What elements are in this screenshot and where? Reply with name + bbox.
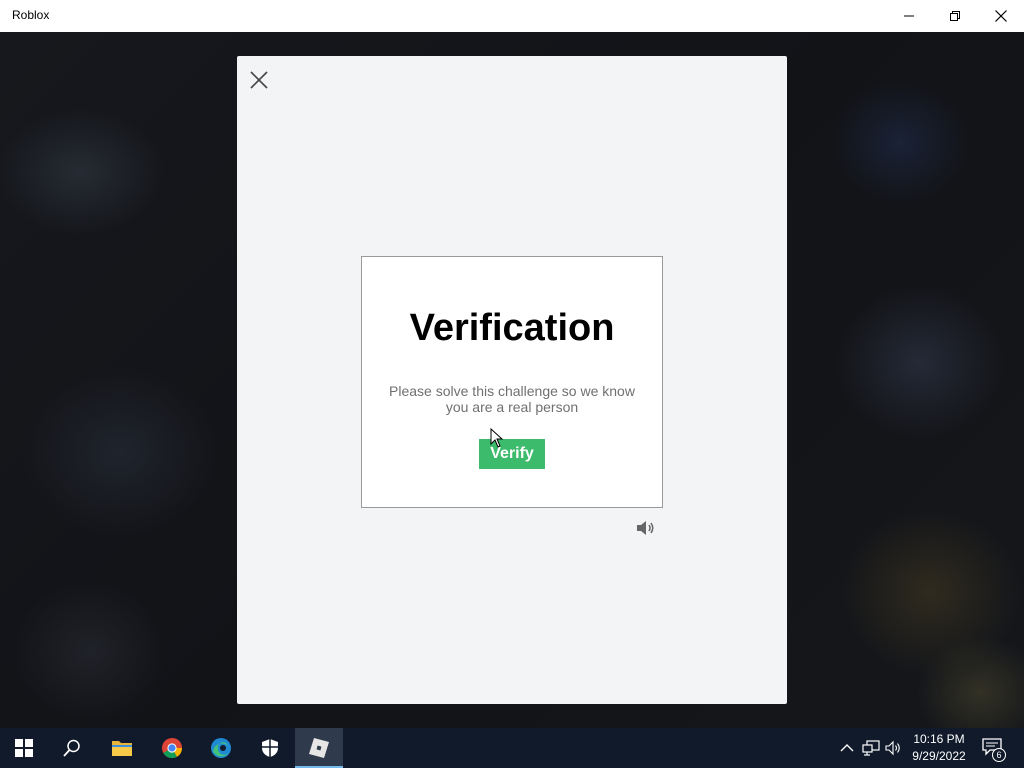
audio-challenge-button[interactable] bbox=[635, 518, 657, 538]
file-explorer-icon bbox=[112, 741, 132, 756]
card-title: Verification bbox=[409, 307, 615, 349]
clock-date: 9/29/2022 bbox=[912, 749, 966, 763]
restore-icon bbox=[950, 11, 960, 21]
challenge-card: Verification Please solve this challenge… bbox=[361, 256, 663, 508]
action-center-button[interactable]: 6 bbox=[980, 736, 1006, 762]
windows-security-icon bbox=[262, 739, 278, 757]
taskbar-clock[interactable]: 10:16 PM 9/29/2022 bbox=[906, 731, 972, 765]
taskbar: 10:16 PM 9/29/2022 6 bbox=[0, 728, 1024, 768]
minimize-button[interactable] bbox=[886, 0, 932, 32]
volume-icon bbox=[885, 740, 900, 756]
taskbar-file-explorer[interactable] bbox=[98, 728, 146, 768]
minimize-icon bbox=[904, 15, 914, 17]
close-icon bbox=[995, 10, 1007, 22]
chrome-icon bbox=[162, 738, 183, 759]
search-icon bbox=[63, 739, 80, 757]
roblox-icon bbox=[309, 738, 329, 758]
start-button[interactable] bbox=[0, 728, 48, 768]
taskbar-windows-security[interactable] bbox=[246, 728, 294, 768]
window-title: Roblox bbox=[12, 8, 50, 22]
restore-button[interactable] bbox=[932, 0, 978, 32]
network-icon bbox=[862, 740, 880, 756]
window-title-bar: Roblox bbox=[0, 0, 1024, 32]
taskbar-search-button[interactable] bbox=[48, 728, 96, 768]
notification-count-badge: 6 bbox=[992, 748, 1006, 762]
taskbar-roblox[interactable] bbox=[295, 728, 343, 768]
close-icon bbox=[250, 71, 268, 89]
tray-overflow-button[interactable] bbox=[838, 738, 856, 758]
taskbar-edge[interactable] bbox=[197, 728, 245, 768]
card-description: Please solve this challenge so we know y… bbox=[389, 383, 635, 415]
clock-time: 10:16 PM bbox=[913, 732, 965, 746]
tray-volume-button[interactable] bbox=[885, 738, 903, 758]
verification-modal: Verification Please solve this challenge… bbox=[237, 56, 787, 704]
verify-button[interactable]: Verify bbox=[479, 439, 545, 469]
taskbar-chrome[interactable] bbox=[148, 728, 196, 768]
edge-icon bbox=[211, 738, 231, 758]
speaker-icon bbox=[637, 521, 654, 535]
close-window-button[interactable] bbox=[978, 0, 1024, 32]
tray-network-button[interactable] bbox=[862, 738, 880, 758]
chevron-up-icon bbox=[840, 744, 854, 752]
modal-close-button[interactable] bbox=[247, 68, 271, 92]
windows-start-icon bbox=[15, 739, 33, 757]
